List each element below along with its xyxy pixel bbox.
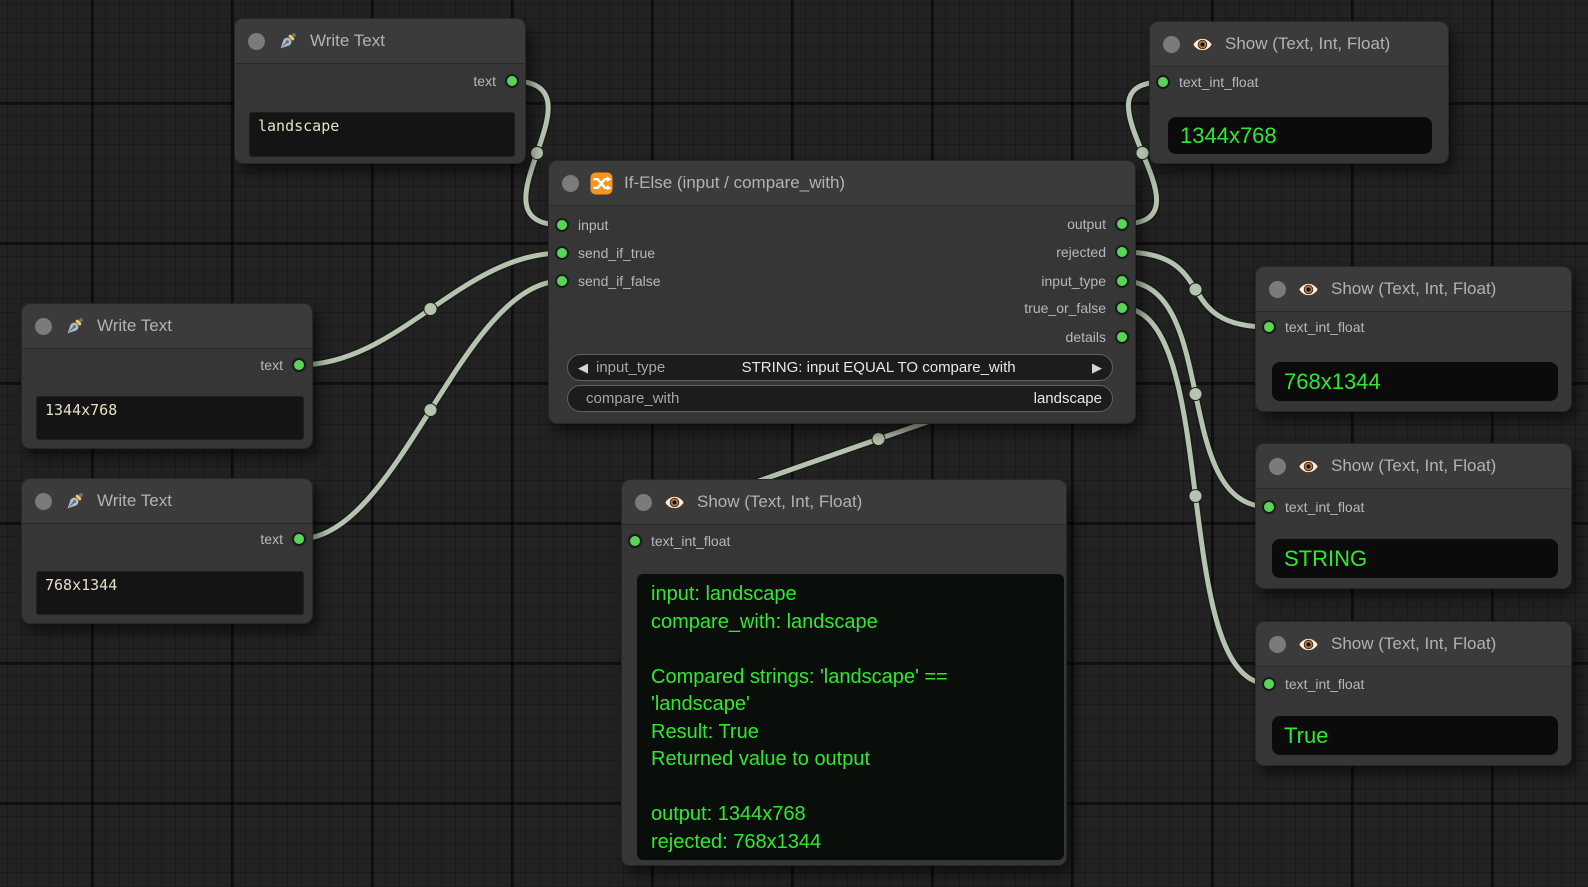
output-port-true-or-false[interactable]: true_or_false: [1024, 298, 1129, 318]
output-port-text[interactable]: text: [260, 529, 306, 549]
collapse-dot[interactable]: [1269, 636, 1286, 653]
value-display: STRING: [1272, 539, 1558, 578]
graph-canvas[interactable]: { "colors": { "wire": "#b5c4ae", "port_g…: [0, 0, 1588, 887]
node-title: Show (Text, Int, Float): [1331, 456, 1496, 476]
node-show-string[interactable]: Show (Text, Int, Float) text_int_float S…: [1255, 443, 1572, 589]
pen-nib-icon: [63, 315, 86, 338]
node-header[interactable]: If-Else (input / compare_with): [549, 161, 1135, 206]
output-port-output[interactable]: output: [1067, 214, 1129, 234]
port-dot[interactable]: [1115, 274, 1129, 288]
port-dot[interactable]: [1262, 677, 1276, 691]
output-port-rejected[interactable]: rejected: [1056, 242, 1129, 262]
node-show-768x1344[interactable]: Show (Text, Int, Float) text_int_float 7…: [1255, 266, 1572, 412]
input-port-input[interactable]: input: [555, 215, 608, 235]
node-title: Show (Text, Int, Float): [1331, 279, 1496, 299]
link-midpoint-dot[interactable]: [1189, 388, 1202, 401]
collapse-dot[interactable]: [1269, 281, 1286, 298]
node-header[interactable]: Write Text: [22, 479, 312, 524]
port-dot[interactable]: [555, 274, 569, 288]
node-header[interactable]: Write Text: [235, 19, 525, 64]
port-dot[interactable]: [1156, 75, 1170, 89]
node-title: If-Else (input / compare_with): [624, 173, 845, 193]
eye-icon: [1297, 633, 1320, 656]
shuffle-icon: [590, 172, 613, 195]
input-port-text-int-float[interactable]: text_int_float: [628, 531, 730, 551]
eye-icon: [1191, 33, 1214, 56]
node-header[interactable]: Show (Text, Int, Float): [1150, 22, 1448, 67]
node-title: Show (Text, Int, Float): [1331, 634, 1496, 654]
eye-icon: [663, 491, 686, 514]
port-dot[interactable]: [1262, 500, 1276, 514]
node-title: Show (Text, Int, Float): [1225, 34, 1390, 54]
input-port-send-if-true[interactable]: send_if_true: [555, 243, 655, 263]
details-display: input: landscapecompare_with: landscape …: [637, 574, 1064, 860]
input-port-text-int-float[interactable]: text_int_float: [1262, 497, 1364, 517]
node-header[interactable]: Show (Text, Int, Float): [1256, 267, 1571, 312]
link-midpoint-dot[interactable]: [1136, 147, 1149, 160]
link-midpoint-dot[interactable]: [531, 147, 544, 160]
node-write-text-landscape[interactable]: Write Text text landscape: [234, 18, 526, 164]
output-port-details[interactable]: details: [1066, 327, 1129, 347]
node-title: Write Text: [97, 491, 172, 511]
port-dot[interactable]: [555, 246, 569, 260]
port-dot[interactable]: [1115, 245, 1129, 259]
node-show-1344x768[interactable]: Show (Text, Int, Float) text_int_float 1…: [1149, 21, 1449, 164]
output-port-text[interactable]: text: [260, 355, 306, 375]
text-input-area[interactable]: landscape: [249, 112, 515, 157]
value-display: 1344x768: [1168, 117, 1432, 154]
text-input-area[interactable]: 1344x768: [36, 396, 304, 440]
node-write-text-1344x768[interactable]: Write Text text 1344x768: [21, 303, 313, 449]
node-title: Write Text: [97, 316, 172, 336]
text-input-area[interactable]: 768x1344: [36, 571, 304, 615]
collapse-dot[interactable]: [1163, 36, 1180, 53]
output-port-text[interactable]: text: [473, 71, 519, 91]
pen-nib-icon: [276, 30, 299, 53]
input-port-send-if-false[interactable]: send_if_false: [555, 271, 661, 291]
node-write-text-768x1344[interactable]: Write Text text 768x1344: [21, 478, 313, 624]
node-title: Write Text: [310, 31, 385, 51]
port-dot[interactable]: [1115, 301, 1129, 315]
node-header[interactable]: Show (Text, Int, Float): [1256, 444, 1571, 489]
input-port-text-int-float[interactable]: text_int_float: [1262, 674, 1364, 694]
eye-icon: [1297, 455, 1320, 478]
value-display: True: [1272, 716, 1558, 755]
node-header[interactable]: Show (Text, Int, Float): [622, 480, 1066, 525]
collapse-dot[interactable]: [35, 318, 52, 335]
node-if-else[interactable]: If-Else (input / compare_with) input sen…: [548, 160, 1136, 424]
combo-right-arrow-icon[interactable]: ▶: [1092, 361, 1102, 374]
collapse-dot[interactable]: [248, 33, 265, 50]
node-show-true[interactable]: Show (Text, Int, Float) text_int_float T…: [1255, 621, 1572, 766]
link-midpoint-dot[interactable]: [872, 433, 885, 446]
compare-with-text-widget[interactable]: compare_with landscape: [567, 385, 1113, 412]
collapse-dot[interactable]: [562, 175, 579, 192]
port-dot[interactable]: [1115, 330, 1129, 344]
link-midpoint-dot[interactable]: [424, 404, 437, 417]
pen-nib-icon: [63, 490, 86, 513]
collapse-dot[interactable]: [635, 494, 652, 511]
collapse-dot[interactable]: [1269, 458, 1286, 475]
collapse-dot[interactable]: [35, 493, 52, 510]
node-show-details[interactable]: Show (Text, Int, Float) text_int_float i…: [621, 479, 1067, 866]
link-midpoint-dot[interactable]: [1189, 490, 1202, 503]
link-midpoint-dot[interactable]: [424, 303, 437, 316]
output-port-input-type[interactable]: input_type: [1041, 271, 1129, 291]
node-header[interactable]: Write Text: [22, 304, 312, 349]
node-title: Show (Text, Int, Float): [697, 492, 862, 512]
port-dot[interactable]: [628, 534, 642, 548]
value-display: 768x1344: [1272, 362, 1558, 401]
combo-left-arrow-icon[interactable]: ◀: [578, 361, 588, 374]
port-dot[interactable]: [555, 218, 569, 232]
input-type-combo-widget[interactable]: ◀ input_type STRING: input EQUAL TO comp…: [567, 354, 1113, 381]
port-dot[interactable]: [1262, 320, 1276, 334]
link-midpoint-dot[interactable]: [1189, 283, 1202, 296]
port-dot[interactable]: [505, 74, 519, 88]
port-dot[interactable]: [1115, 217, 1129, 231]
input-port-text-int-float[interactable]: text_int_float: [1262, 317, 1364, 337]
eye-icon: [1297, 278, 1320, 301]
input-port-text-int-float[interactable]: text_int_float: [1156, 72, 1258, 92]
node-header[interactable]: Show (Text, Int, Float): [1256, 622, 1571, 667]
port-dot[interactable]: [292, 532, 306, 546]
port-dot[interactable]: [292, 358, 306, 372]
